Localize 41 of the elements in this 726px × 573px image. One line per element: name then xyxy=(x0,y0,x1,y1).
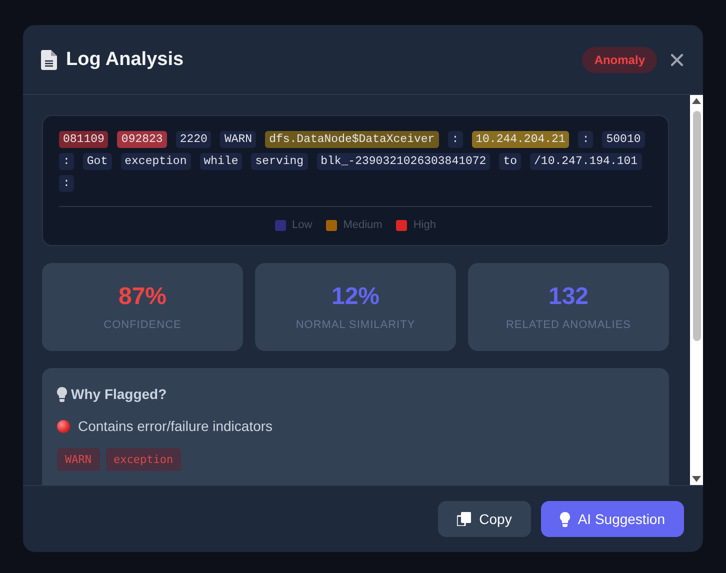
log-token: : xyxy=(59,153,74,170)
log-token: blk_-2390321026303841072 xyxy=(316,153,490,170)
scroll-up-arrow-icon[interactable] xyxy=(692,98,701,104)
log-token: exception xyxy=(120,153,191,170)
log-token: Got xyxy=(82,153,112,170)
lightbulb-icon xyxy=(57,386,67,402)
keyword-tag: WARN xyxy=(57,448,100,471)
scrollbar[interactable] xyxy=(690,95,703,485)
stat-value: 87% xyxy=(118,283,167,311)
dialog-title: Log Analysis xyxy=(66,48,184,70)
log-token: /10.247.194.101 xyxy=(530,153,642,170)
legend-label: Medium xyxy=(343,219,382,231)
copy-button[interactable]: Copy xyxy=(438,501,531,537)
log-token: 50010 xyxy=(602,131,645,148)
scroll-down-arrow-icon[interactable] xyxy=(692,476,701,482)
log-token: 092823 xyxy=(117,131,167,148)
copy-icon xyxy=(457,512,472,526)
log-token: : xyxy=(448,131,463,148)
log-token: serving xyxy=(251,153,308,170)
log-token: : xyxy=(59,175,74,192)
close-icon[interactable] xyxy=(671,54,683,66)
legend-label: Low xyxy=(292,219,312,231)
section-title: Why Flagged? xyxy=(71,386,167,402)
log-token: WARN xyxy=(220,131,256,148)
stat-value: 132 xyxy=(548,283,589,311)
alert-dot-icon xyxy=(57,420,70,432)
reason-text: Contains error/failure indicators xyxy=(78,418,273,434)
log-token: : xyxy=(578,131,594,148)
keyword-tag: exception xyxy=(106,448,182,471)
log-token: to xyxy=(499,153,522,170)
document-icon xyxy=(41,50,57,70)
log-token: dfs.DataNode$DataXceiver xyxy=(265,131,439,148)
lightbulb-icon xyxy=(560,512,570,526)
log-token: 081109 xyxy=(59,131,108,148)
legend-label: High xyxy=(413,219,436,231)
stat-value: 12% xyxy=(331,283,380,311)
status-badge: Anomaly xyxy=(582,46,657,72)
log-token: while xyxy=(200,153,242,170)
log-token: 2220 xyxy=(176,131,212,148)
log-token: 10.244.204.21 xyxy=(472,131,570,148)
ai-suggestion-button[interactable]: AI Suggestion xyxy=(540,501,684,537)
